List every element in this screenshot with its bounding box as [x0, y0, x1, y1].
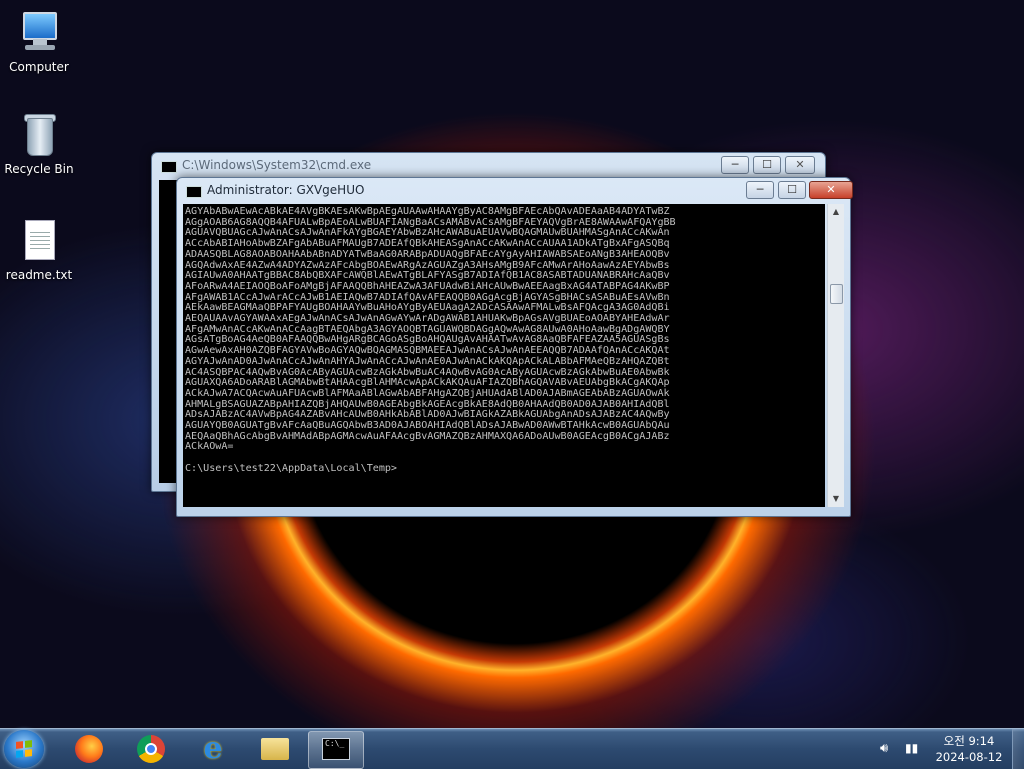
- cmd-window-admin[interactable]: Administrator: GXVgeHUO ─ ☐ ✕ AGYAbABwAE…: [176, 177, 853, 517]
- cmd-icon: C:\_: [322, 738, 350, 760]
- desktop-icon-readme[interactable]: readme.txt: [0, 218, 78, 282]
- cmd-icon: [161, 161, 177, 173]
- network-icon[interactable]: ▮▮: [905, 741, 918, 755]
- console-output[interactable]: AGYAbABwAEwAcABkAE4AVgBKAEsAKwBpAEgAUAAw…: [183, 204, 825, 507]
- taskbar-firefox[interactable]: [62, 731, 116, 767]
- firefox-icon: [75, 735, 103, 763]
- text-file-icon: [17, 218, 61, 264]
- desktop-icon-recycle-bin[interactable]: Recycle Bin: [0, 112, 78, 176]
- window-title: Administrator: GXVgeHUO: [207, 183, 365, 197]
- scroll-up-arrow-icon[interactable]: ▲: [828, 204, 844, 220]
- taskbar: e C:\_ 🔊︎ ▮▮ 오전 9:14 2024-08-12: [0, 728, 1024, 769]
- taskbar-internet-explorer[interactable]: e: [186, 731, 240, 767]
- scrollbar-thumb[interactable]: [830, 284, 843, 304]
- internet-explorer-icon: e: [203, 731, 223, 766]
- minimize-button[interactable]: ─: [721, 156, 749, 174]
- window-titlebar[interactable]: C:\Windows\System32\cmd.exe ─ ☐ ✕: [152, 153, 825, 179]
- desktop-icon-computer[interactable]: Computer: [0, 10, 78, 74]
- start-button[interactable]: [4, 730, 44, 768]
- desktop-icon-label: Computer: [9, 60, 69, 74]
- folder-icon: [261, 738, 289, 760]
- chrome-icon: [137, 735, 165, 763]
- clock-time: 오전 9:14: [943, 734, 995, 748]
- scroll-down-arrow-icon[interactable]: ▼: [828, 491, 844, 507]
- speaker-icon[interactable]: 🔊︎: [880, 741, 888, 756]
- recycle-bin-icon: [17, 112, 61, 158]
- maximize-button[interactable]: ☐: [778, 181, 806, 199]
- taskbar-explorer[interactable]: [248, 731, 302, 767]
- close-button[interactable]: ✕: [809, 181, 853, 199]
- cmd-icon: [186, 186, 202, 198]
- vertical-scrollbar[interactable]: ▲ ▼: [827, 204, 844, 507]
- maximize-button[interactable]: ☐: [753, 156, 781, 174]
- system-clock[interactable]: 오전 9:14 2024-08-12: [934, 733, 1004, 765]
- minimize-button[interactable]: ─: [746, 181, 774, 199]
- clock-date: 2024-08-12: [935, 750, 1003, 764]
- taskbar-chrome[interactable]: [124, 731, 178, 767]
- windows-logo-icon: [16, 740, 32, 758]
- desktop-icon-label: readme.txt: [5, 268, 73, 282]
- console-text: AGYAbABwAEwAcABkAE4AVgBKAEsAKwBpAEgAUAAw…: [185, 206, 676, 474]
- window-title: C:\Windows\System32\cmd.exe: [182, 158, 372, 172]
- close-button[interactable]: ✕: [785, 156, 815, 174]
- window-titlebar[interactable]: Administrator: GXVgeHUO ─ ☐ ✕: [177, 178, 853, 204]
- taskbar-command-prompt[interactable]: C:\_: [308, 731, 364, 769]
- desktop-icon-label: Recycle Bin: [4, 162, 74, 176]
- computer-icon: [17, 10, 61, 56]
- show-desktop-button[interactable]: [1012, 729, 1024, 769]
